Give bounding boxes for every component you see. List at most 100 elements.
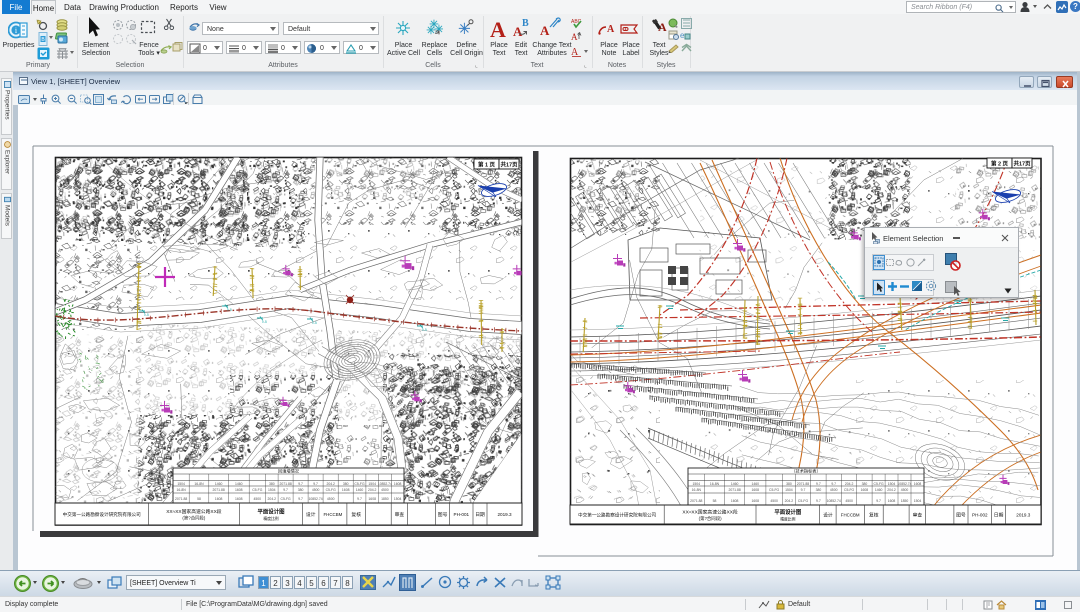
svg-text:1608: 1608 <box>342 488 350 492</box>
svg-text:1608: 1608 <box>368 497 376 501</box>
svg-text:2071.88: 2071.88 <box>212 488 224 492</box>
svg-text:1460: 1460 <box>235 482 243 486</box>
svg-text:380: 380 <box>298 488 304 492</box>
svg-text:9.7: 9.7 <box>298 482 303 486</box>
svg-text:回填墙情况: 回填墙情况 <box>278 468 300 475</box>
svg-text:380: 380 <box>269 482 275 486</box>
svg-text:1504: 1504 <box>693 482 701 486</box>
svg-text:设计: 设计 <box>823 512 833 519</box>
svg-text:2019.3: 2019.3 <box>1016 513 1030 518</box>
svg-text:v-5: v-5 <box>312 321 317 325</box>
svg-text:1608: 1608 <box>235 497 243 501</box>
svg-text:16-8N: 16-8N <box>692 488 702 492</box>
svg-text:204.2: 204.2 <box>785 499 794 503</box>
svg-text:16-8N: 16-8N <box>710 482 720 486</box>
svg-text:10852.74: 10852.74 <box>897 482 911 486</box>
svg-text:1608: 1608 <box>914 482 922 486</box>
svg-text:58: 58 <box>197 497 201 501</box>
svg-text:204.2: 204.2 <box>845 482 854 486</box>
svg-text:2071.88: 2071.88 <box>690 499 702 503</box>
svg-text:1504: 1504 <box>368 482 376 486</box>
svg-text:中交第一公路勘察设计研究院有限公司: 中交第一公路勘察设计研究院有限公司 <box>578 512 657 519</box>
svg-text:1608: 1608 <box>215 497 223 501</box>
svg-text:4500: 4500 <box>770 499 778 503</box>
svg-text:380: 380 <box>862 482 868 486</box>
svg-text:1504: 1504 <box>177 482 185 486</box>
svg-text:9.7: 9.7 <box>313 482 318 486</box>
svg-text:平面设计图: 平面设计图 <box>774 508 802 516</box>
svg-text:204.2: 204.2 <box>368 488 377 492</box>
svg-text:2071.88: 2071.88 <box>797 482 809 486</box>
svg-text:1608: 1608 <box>394 482 402 486</box>
svg-text:XX≈XX国家高速公路XX段: XX≈XX国家高速公路XX段 <box>166 508 222 515</box>
svg-text:4500: 4500 <box>254 497 262 501</box>
svg-text:10852.74: 10852.74 <box>309 497 323 501</box>
svg-text:2071.88: 2071.88 <box>728 488 740 492</box>
svg-text:平面设计图: 平面设计图 <box>258 508 286 516</box>
svg-text:日期: 日期 <box>994 513 1004 519</box>
svg-text:10852.74: 10852.74 <box>378 482 392 486</box>
svg-text:9.7: 9.7 <box>801 488 806 492</box>
svg-text:精度比例: 精度比例 <box>263 516 278 521</box>
svg-text:9.7: 9.7 <box>298 497 303 501</box>
svg-text:1504: 1504 <box>268 488 276 492</box>
svg-text:C5-FG: C5-FG <box>281 497 292 501</box>
svg-text:第 2 页: 第 2 页 <box>991 160 1009 168</box>
svg-text:4500: 4500 <box>830 488 838 492</box>
svg-text:v-5: v-5 <box>144 313 149 317</box>
svg-text:审查: 审查 <box>913 512 923 519</box>
svg-text:2019.3: 2019.3 <box>497 512 511 517</box>
svg-text:（技术指标表）: （技术指标表） <box>791 468 820 475</box>
svg-text:1504: 1504 <box>914 499 922 503</box>
svg-text:9.7: 9.7 <box>831 482 836 486</box>
svg-text:PH-001: PH-001 <box>454 512 470 517</box>
svg-text:v-5: v-5 <box>262 320 267 324</box>
svg-text:9.7: 9.7 <box>357 497 362 501</box>
svg-text:C5-FG: C5-FG <box>769 488 780 492</box>
svg-text:FHCCBM: FHCCBM <box>324 512 343 517</box>
svg-text:XX≈XX国家高速公路XX段: XX≈XX国家高速公路XX段 <box>682 509 738 516</box>
svg-text:图号: 图号 <box>956 513 966 519</box>
svg-text:9.7: 9.7 <box>876 499 881 503</box>
svg-text:1460: 1460 <box>356 488 364 492</box>
svg-text:204.2: 204.2 <box>326 482 335 486</box>
svg-text:日期: 日期 <box>475 512 485 518</box>
svg-text:C5-FG: C5-FG <box>252 488 263 492</box>
svg-text:9.7: 9.7 <box>816 499 821 503</box>
svg-text:10852.74: 10852.74 <box>827 499 841 503</box>
svg-text:16-8N: 16-8N <box>194 482 204 486</box>
svg-text:1850: 1850 <box>901 499 909 503</box>
svg-text:1608: 1608 <box>752 488 760 492</box>
svg-text:PH-002: PH-002 <box>972 513 988 518</box>
svg-text:1608: 1608 <box>861 488 869 492</box>
svg-text:1504: 1504 <box>785 488 793 492</box>
svg-text:1850: 1850 <box>381 497 389 501</box>
svg-text:380: 380 <box>786 482 792 486</box>
svg-text:1608: 1608 <box>235 488 243 492</box>
svg-text:第 1 页: 第 1 页 <box>478 161 496 169</box>
svg-text:共17页: 共17页 <box>500 161 518 169</box>
svg-text:1608: 1608 <box>752 499 760 503</box>
svg-text:C5-FG: C5-FG <box>844 488 855 492</box>
svg-text:设计: 设计 <box>306 511 316 518</box>
svg-text:共17页: 共17页 <box>1013 160 1031 168</box>
svg-text:C5-FG: C5-FG <box>326 488 337 492</box>
svg-text:1504: 1504 <box>888 482 896 486</box>
svg-text:v-5: v-5 <box>422 328 427 332</box>
svg-text:380: 380 <box>343 482 349 486</box>
svg-text:4500: 4500 <box>327 497 335 501</box>
svg-text:9.7: 9.7 <box>283 488 288 492</box>
svg-text:1460: 1460 <box>731 482 739 486</box>
svg-text:2071.88: 2071.88 <box>175 497 187 501</box>
svg-text:C5-FG: C5-FG <box>874 482 885 486</box>
svg-text:204.2: 204.2 <box>887 488 896 492</box>
svg-text:(第?合同段): (第?合同段) <box>182 515 205 522</box>
svg-text:4500: 4500 <box>845 499 853 503</box>
svg-text:2071.88: 2071.88 <box>279 482 291 486</box>
svg-text:1504: 1504 <box>394 497 402 501</box>
svg-text:1460: 1460 <box>875 488 883 492</box>
svg-text:380: 380 <box>816 488 822 492</box>
svg-text:精度比例: 精度比例 <box>780 517 795 522</box>
svg-text:1608: 1608 <box>888 499 896 503</box>
svg-text:4500: 4500 <box>901 488 909 492</box>
